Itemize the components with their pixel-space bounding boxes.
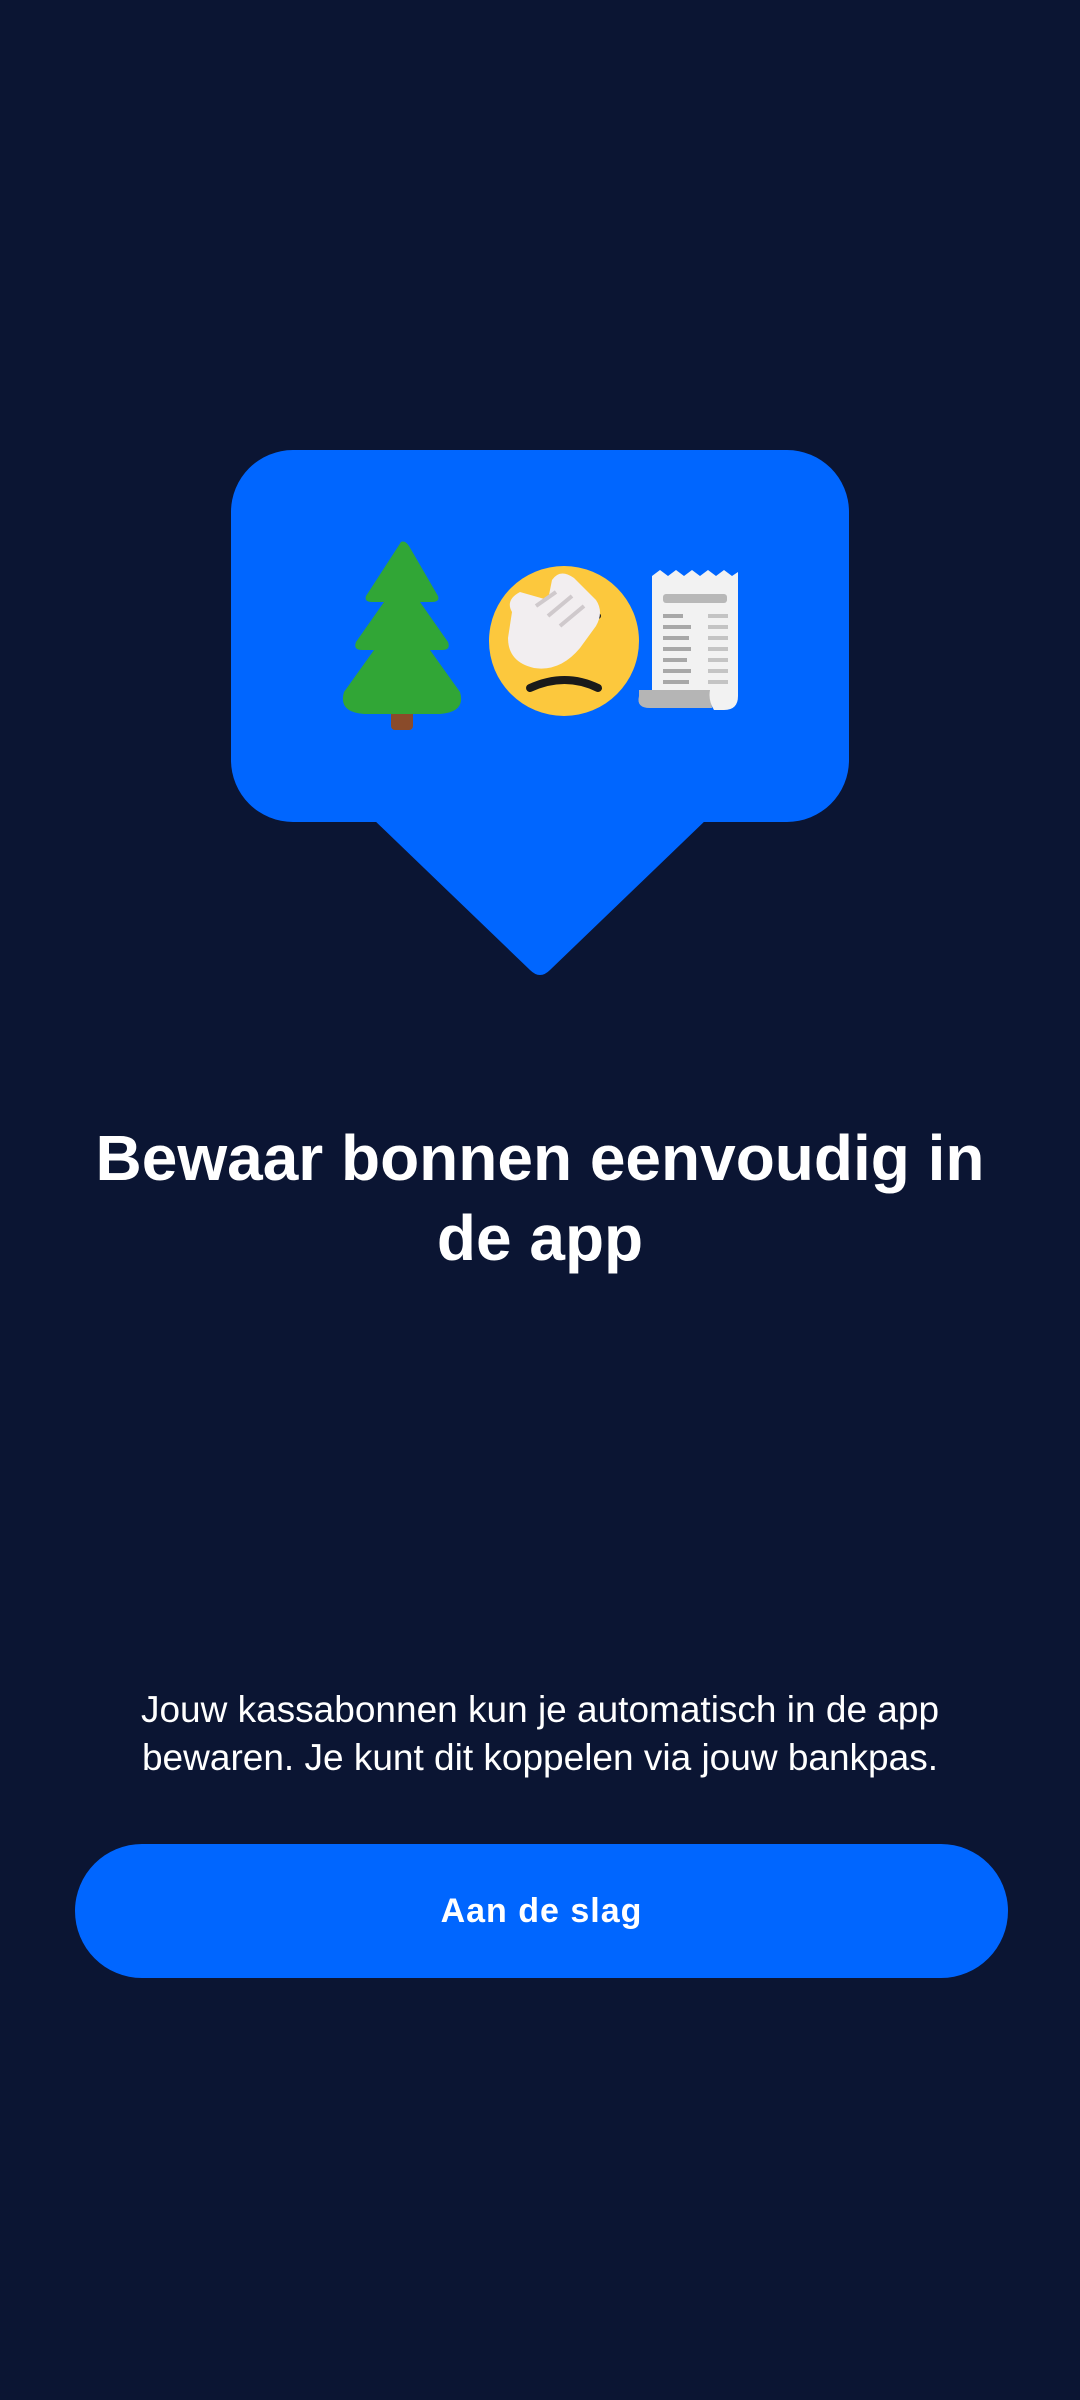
get-started-button[interactable]: Aan de slag: [75, 1844, 1008, 1978]
face-palm-icon: [489, 566, 639, 716]
onboarding-screen: Bewaar bonnen eenvoudig in de app Jouw k…: [0, 0, 1080, 2400]
description-text: Jouw kassabonnen kun je automatisch in d…: [140, 1689, 940, 1778]
page-title: Bewaar bonnen eenvoudig in de app: [95, 1122, 985, 1274]
receipt-icon: [638, 570, 738, 710]
evergreen-tree-icon: [342, 541, 462, 730]
